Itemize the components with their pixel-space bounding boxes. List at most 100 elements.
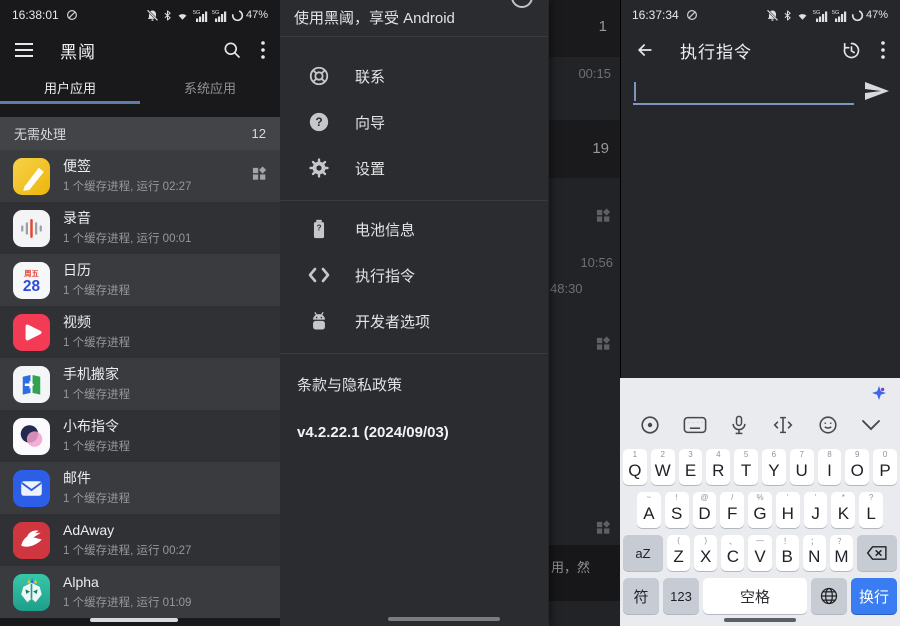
- key-cap: O: [851, 461, 864, 481]
- key-cap: B: [781, 547, 792, 567]
- app-desc: 1 个缓存进程, 运行 01:09: [63, 594, 191, 610]
- list-item-adaway[interactable]: AdAway1 个缓存进程, 运行 00:27: [0, 514, 280, 566]
- key-w[interactable]: 2W: [651, 449, 675, 485]
- home-indicator[interactable]: [388, 617, 500, 621]
- collapse-keyboard-icon[interactable]: [861, 419, 881, 431]
- list-item-recorder[interactable]: 录音1 个缓存进程, 运行 00:01: [0, 202, 280, 254]
- send-icon[interactable]: [864, 80, 890, 102]
- numbers-key[interactable]: 123: [663, 578, 699, 614]
- android-icon: [307, 310, 331, 332]
- menu-item-settings[interactable]: 设置: [280, 145, 548, 191]
- svg-text:?: ?: [316, 223, 321, 232]
- signal-sim2-icon: 5G: [212, 9, 227, 22]
- tab-system-apps[interactable]: 系统应用: [140, 70, 280, 104]
- space-key[interactable]: 空格: [703, 578, 807, 614]
- key-e[interactable]: 3E: [679, 449, 703, 485]
- mic-icon[interactable]: [729, 414, 749, 437]
- keyboard-toolbar: [620, 378, 900, 442]
- menu-item-guide[interactable]: ? 向导: [280, 99, 548, 145]
- list-item-calendar[interactable]: 周五28 日历1 个缓存进程: [0, 254, 280, 306]
- keyboard-row-4: 符 123 空格 换行: [620, 578, 900, 614]
- key-a[interactable]: ~A: [637, 492, 661, 528]
- key-cap: X: [700, 547, 711, 567]
- drawer-menu-group-1: 联系 ? 向导 设置: [280, 37, 548, 191]
- alpha-app-icon: [13, 574, 50, 611]
- home-indicator[interactable]: [90, 618, 178, 622]
- menu-item-battery-info[interactable]: ? 电池信息: [280, 206, 548, 252]
- key-o[interactable]: 9O: [845, 449, 869, 485]
- key-m[interactable]: ？M: [830, 535, 853, 571]
- list-item-phone-clone[interactable]: 手机搬家1 个缓存进程: [0, 358, 280, 410]
- section-header: 无需处理 12: [0, 117, 280, 150]
- virtual-keyboard: 1Q 2W 3E 4R 5T 6Y 7U 8I 9O 0P ~A !S @D /…: [620, 378, 900, 626]
- overflow-menu-icon[interactable]: [261, 41, 265, 59]
- symbols-key[interactable]: 符: [623, 578, 659, 614]
- app-name: 便签: [63, 158, 191, 175]
- key-c[interactable]: 、C: [721, 535, 744, 571]
- key-cap: G: [753, 504, 766, 524]
- key-cap: I: [827, 461, 832, 481]
- key-f[interactable]: /F: [720, 492, 744, 528]
- app-name: 邮件: [63, 470, 130, 487]
- menu-label: 执行指令: [355, 265, 415, 286]
- list-item-alpha[interactable]: Alpha1 个缓存进程, 运行 01:09: [0, 566, 280, 618]
- list-item-mail[interactable]: 邮件1 个缓存进程: [0, 462, 280, 514]
- key-q[interactable]: 1Q: [623, 449, 647, 485]
- drawer-menu-group-2: ? 电池信息 执行指令 开发者选项: [280, 201, 548, 344]
- key-r[interactable]: 4R: [706, 449, 730, 485]
- menu-hamburger-icon[interactable]: [15, 43, 33, 57]
- key-hint: ': [776, 493, 800, 502]
- key-b[interactable]: ！B: [776, 535, 799, 571]
- backspace-key[interactable]: [857, 535, 897, 571]
- history-icon[interactable]: [841, 40, 862, 61]
- key-x[interactable]: )X: [694, 535, 717, 571]
- key-u[interactable]: 7U: [790, 449, 814, 485]
- section-count: 12: [252, 126, 266, 141]
- key-h[interactable]: 'H: [776, 492, 800, 528]
- overflow-menu-icon[interactable]: [881, 41, 885, 59]
- key-v[interactable]: —V: [748, 535, 771, 571]
- search-icon[interactable]: [222, 40, 242, 60]
- key-k[interactable]: *K: [831, 492, 855, 528]
- key-n[interactable]: ；N: [803, 535, 826, 571]
- back-arrow-icon[interactable]: [635, 40, 655, 60]
- shift-key[interactable]: aZ: [623, 535, 663, 571]
- keyboard-icon[interactable]: [683, 414, 707, 436]
- key-p[interactable]: 0P: [873, 449, 897, 485]
- emoji-icon[interactable]: [817, 414, 839, 436]
- key-y[interactable]: 6Y: [762, 449, 786, 485]
- key-j[interactable]: 'J: [804, 492, 828, 528]
- ime-logo-icon: [872, 386, 886, 400]
- app-name: 日历: [63, 262, 130, 279]
- key-hint: !: [665, 493, 689, 502]
- globe-key[interactable]: [811, 578, 847, 614]
- cursor-move-icon[interactable]: [771, 414, 795, 436]
- key-i[interactable]: 8I: [818, 449, 842, 485]
- terms-privacy-link[interactable]: 条款与隐私政策: [280, 354, 548, 395]
- key-z[interactable]: (Z: [667, 535, 690, 571]
- battery-indicator: 47%: [851, 9, 888, 22]
- menu-label: 设置: [355, 158, 385, 179]
- recorder-app-icon: [13, 210, 50, 247]
- signal-label: 5G: [832, 10, 839, 16]
- key-l[interactable]: ?L: [859, 492, 883, 528]
- menu-item-contact[interactable]: 联系: [280, 53, 548, 99]
- calendar-weekday: 周五: [24, 268, 38, 277]
- tab-user-apps[interactable]: 用户应用: [0, 70, 140, 104]
- target-circle-icon[interactable]: [639, 414, 661, 436]
- command-input[interactable]: [633, 79, 855, 103]
- key-d[interactable]: @D: [693, 492, 717, 528]
- list-item-notes[interactable]: 便签1 个缓存进程, 运行 02:27: [0, 150, 280, 202]
- key-g[interactable]: %G: [748, 492, 772, 528]
- key-hint: ？: [830, 536, 853, 547]
- list-item-breeno[interactable]: 小布指令1 个缓存进程: [0, 410, 280, 462]
- key-hint: 8: [818, 450, 842, 459]
- key-s[interactable]: !S: [665, 492, 689, 528]
- list-item-video[interactable]: 视频1 个缓存进程: [0, 306, 280, 358]
- home-indicator[interactable]: [724, 618, 796, 622]
- menu-item-developer-options[interactable]: 开发者选项: [280, 298, 548, 344]
- enter-key[interactable]: 换行: [851, 578, 897, 614]
- menu-item-run-command[interactable]: 执行指令: [280, 252, 548, 298]
- standby-widget-icon: [596, 520, 611, 540]
- key-t[interactable]: 5T: [734, 449, 758, 485]
